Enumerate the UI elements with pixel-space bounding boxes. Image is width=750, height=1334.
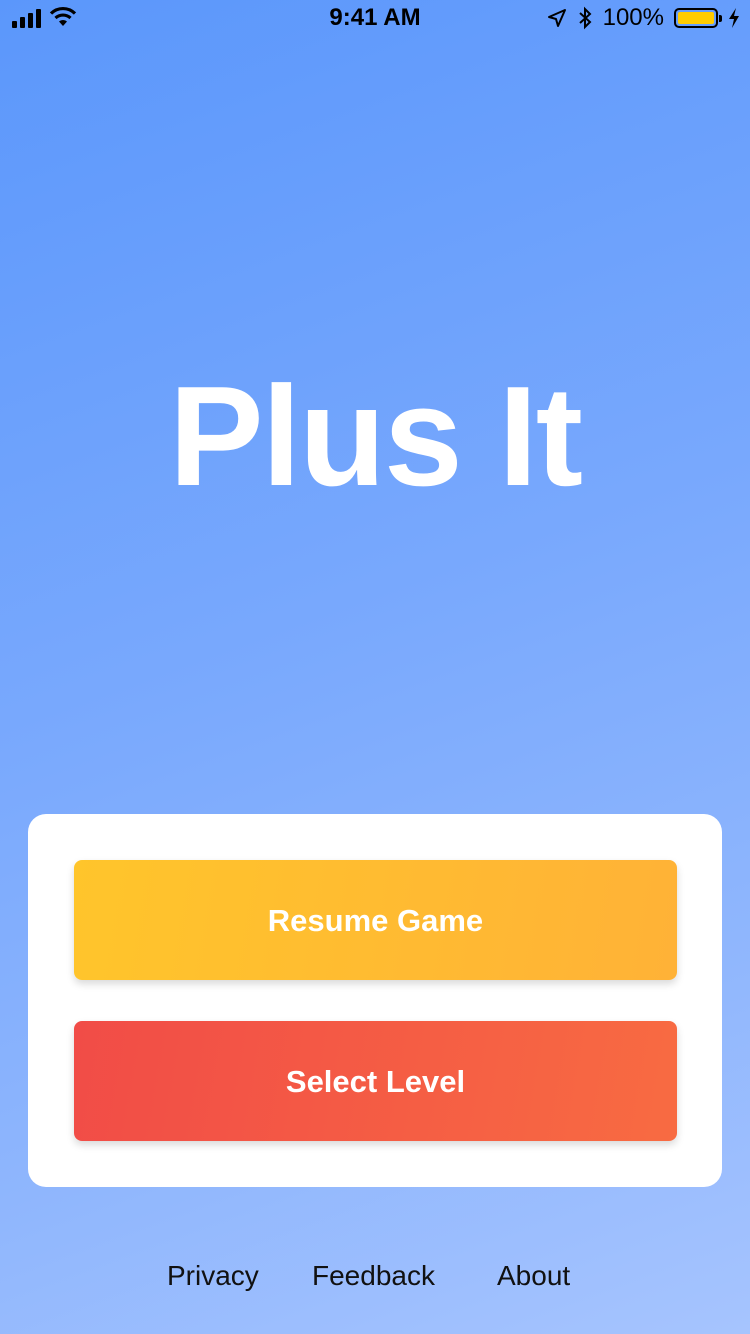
location-arrow-icon [547,9,566,27]
about-link[interactable]: About [497,1260,570,1292]
battery-fill [678,12,714,24]
charging-bolt-icon [729,8,739,28]
resume-game-button[interactable]: Resume Game [74,860,677,980]
menu-card: Resume Game Select Level [28,814,722,1187]
status-bar: 9:41 AM 100% [0,0,750,40]
app-title: Plus It [168,357,583,516]
battery-percent: 100% [602,4,664,31]
select-level-button[interactable]: Select Level [74,1021,677,1141]
feedback-link[interactable]: Feedback [312,1260,435,1292]
battery-cap [719,15,722,22]
bluetooth-icon [578,6,592,30]
privacy-link[interactable]: Privacy [167,1260,259,1292]
status-right: 100% [547,4,740,32]
battery-icon [674,8,722,28]
